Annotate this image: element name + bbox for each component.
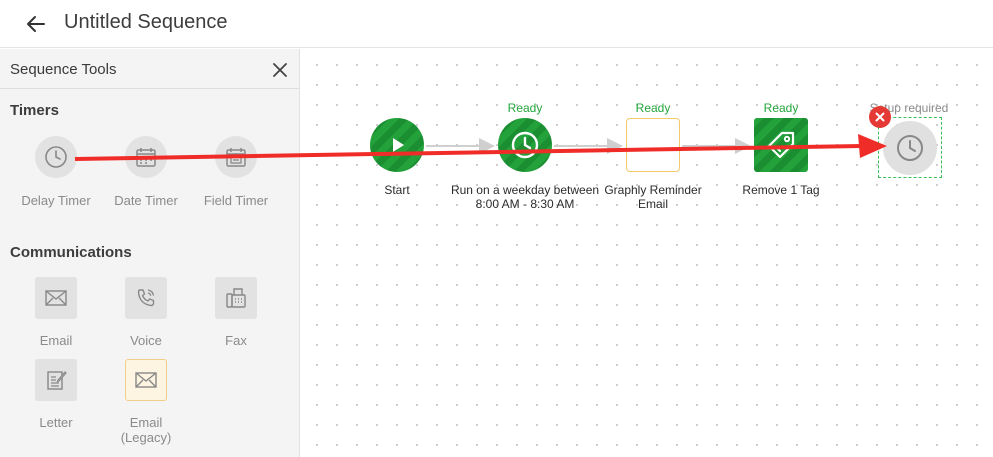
tool-email-legacy[interactable]: Email (Legacy) bbox=[101, 359, 191, 445]
calendar-icon bbox=[136, 148, 156, 167]
node-status: Ready bbox=[507, 101, 543, 115]
node-label-line: 8:00 AM - 8:30 AM bbox=[475, 197, 575, 211]
tool-voice[interactable]: Voice bbox=[101, 277, 191, 348]
tool-label: Email bbox=[39, 333, 73, 348]
play-icon bbox=[393, 138, 404, 152]
tool-delay-timer[interactable]: Delay Timer bbox=[11, 136, 101, 208]
tool-label: Email bbox=[129, 415, 163, 430]
node-label-line: Email bbox=[637, 197, 668, 211]
clock-icon bbox=[45, 146, 67, 168]
header: Untitled Sequence bbox=[0, 0, 993, 48]
delay-timer-icon-wrap bbox=[35, 136, 77, 178]
node-label-line: Graphly Reminder bbox=[604, 183, 702, 197]
node-status: Ready bbox=[635, 101, 671, 115]
delay-timer-node[interactable] bbox=[883, 121, 937, 175]
field-timer-icon-wrap bbox=[215, 136, 257, 178]
selected-node-outline bbox=[878, 117, 942, 178]
tool-label: Voice bbox=[130, 333, 162, 348]
tool-letter[interactable]: Letter bbox=[11, 359, 101, 430]
clock-icon bbox=[511, 131, 539, 159]
calendar-field-icon bbox=[226, 148, 246, 167]
node-status: Setup required bbox=[869, 101, 949, 115]
start-node-label: Start bbox=[384, 183, 410, 197]
envelope-icon bbox=[135, 372, 157, 388]
tool-label: (Legacy) bbox=[120, 430, 172, 445]
node-label-line: Run on a weekday between bbox=[450, 183, 600, 197]
arrow-left-icon bbox=[27, 16, 45, 32]
tag-icon bbox=[767, 131, 795, 159]
node-status: Ready bbox=[763, 101, 799, 115]
tool-date-timer[interactable]: Date Timer bbox=[101, 136, 191, 208]
close-sidebar-button[interactable] bbox=[270, 60, 290, 80]
voice-icon-wrap bbox=[125, 277, 167, 319]
letter-icon-wrap bbox=[35, 359, 77, 401]
weekday-timer-node[interactable] bbox=[498, 118, 552, 172]
start-node[interactable] bbox=[370, 118, 424, 172]
tool-fax[interactable]: Fax bbox=[191, 277, 281, 348]
tool-label: Field Timer bbox=[203, 193, 269, 208]
error-badge[interactable] bbox=[869, 106, 891, 128]
letter-icon bbox=[47, 371, 67, 390]
tool-label: Letter bbox=[39, 415, 73, 430]
timers-section-title: Timers bbox=[10, 102, 59, 119]
sidebar-header: Sequence Tools bbox=[0, 49, 300, 89]
email-legacy-icon-wrap bbox=[125, 359, 167, 401]
fax-icon-wrap bbox=[215, 277, 257, 319]
fax-icon bbox=[226, 288, 246, 308]
close-icon bbox=[273, 63, 287, 77]
page-title[interactable]: Untitled Sequence bbox=[64, 11, 227, 34]
graphly-reminder-email-node[interactable] bbox=[626, 118, 680, 172]
sequence-tools-sidebar: Sequence Tools Timers Delay Timer Date T… bbox=[0, 49, 300, 457]
communications-section-title: Communications bbox=[10, 244, 132, 261]
date-timer-icon-wrap bbox=[125, 136, 167, 178]
envelope-icon bbox=[45, 290, 67, 306]
graphly-reminder-email-node-label: Graphly Reminder Email bbox=[593, 183, 713, 211]
close-icon bbox=[875, 112, 885, 122]
email-icon-wrap bbox=[35, 277, 77, 319]
tool-field-timer[interactable]: Field Timer bbox=[191, 136, 281, 208]
weekday-timer-node-label: Run on a weekday between 8:00 AM - 8:30 … bbox=[445, 183, 605, 211]
tool-label: Date Timer bbox=[114, 193, 178, 208]
tool-label: Fax bbox=[225, 333, 247, 348]
phone-icon bbox=[137, 289, 155, 307]
sidebar-title: Sequence Tools bbox=[10, 61, 117, 78]
sequence-canvas[interactable]: Start Ready Run on a weekday between 8:0… bbox=[301, 49, 993, 457]
tool-email[interactable]: Email bbox=[11, 277, 101, 348]
tool-label: Delay Timer bbox=[21, 193, 91, 208]
remove-tag-node-label: Remove 1 Tag bbox=[742, 183, 820, 197]
back-button[interactable] bbox=[22, 10, 50, 38]
clock-icon bbox=[897, 135, 923, 161]
remove-tag-node[interactable] bbox=[754, 118, 808, 172]
